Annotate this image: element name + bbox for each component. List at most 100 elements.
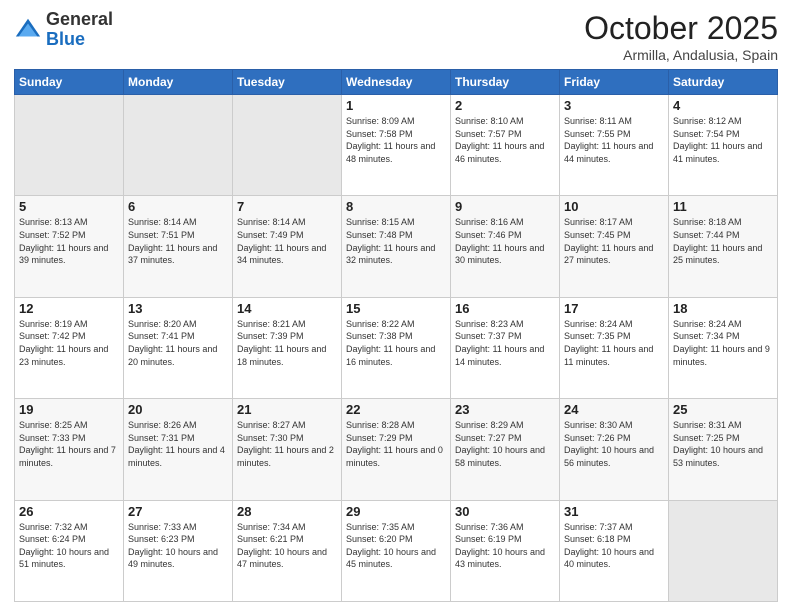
day-number: 29 xyxy=(346,504,446,519)
calendar-cell xyxy=(15,95,124,196)
day-number: 12 xyxy=(19,301,119,316)
day-number: 31 xyxy=(564,504,664,519)
header-monday: Monday xyxy=(124,70,233,95)
day-info: Sunrise: 8:29 AMSunset: 7:27 PMDaylight:… xyxy=(455,419,555,469)
calendar-cell: 18 Sunrise: 8:24 AMSunset: 7:34 PMDayligh… xyxy=(669,297,778,398)
day-number: 21 xyxy=(237,402,337,417)
week-row-1: 5 Sunrise: 8:13 AMSunset: 7:52 PMDaylight… xyxy=(15,196,778,297)
calendar-cell: 14Sunrise: 8:21 AMSunset: 7:39 PMDayligh… xyxy=(233,297,342,398)
day-number: 1 xyxy=(346,98,446,113)
day-info: Sunrise: 8:09 AMSunset: 7:58 PMDaylight:… xyxy=(346,115,446,165)
day-number: 26 xyxy=(19,504,119,519)
day-number: 9 xyxy=(455,199,555,214)
day-info: Sunrise: 8:23 AMSunset: 7:37 PMDaylight:… xyxy=(455,318,555,368)
day-number: 19 xyxy=(19,402,119,417)
calendar-cell: 23 Sunrise: 8:29 AMSunset: 7:27 PMDayligh… xyxy=(451,399,560,500)
day-info: Sunrise: 8:27 AMSunset: 7:30 PMDaylight:… xyxy=(237,419,337,469)
day-info: Sunrise: 8:16 AMSunset: 7:46 PMDaylight:… xyxy=(455,216,555,266)
day-info: Sunrise: 8:10 AMSunset: 7:57 PMDaylight:… xyxy=(455,115,555,165)
calendar-cell: 31 Sunrise: 7:37 AMSunset: 6:18 PMDayligh… xyxy=(560,500,669,601)
day-info: Sunrise: 8:11 AMSunset: 7:55 PMDaylight:… xyxy=(564,115,664,165)
day-info: Sunrise: 7:33 AMSunset: 6:23 PMDaylight:… xyxy=(128,521,228,571)
calendar-cell: 17 Sunrise: 8:24 AMSunset: 7:35 PMDayligh… xyxy=(560,297,669,398)
day-number: 6 xyxy=(128,199,228,214)
week-row-2: 12Sunrise: 8:19 AMSunset: 7:42 PMDayligh… xyxy=(15,297,778,398)
calendar-cell: 30Sunrise: 7:36 AMSunset: 6:19 PMDayligh… xyxy=(451,500,560,601)
day-info: Sunrise: 7:32 AMSunset: 6:24 PMDaylight:… xyxy=(19,521,119,571)
header-sunday: Sunday xyxy=(15,70,124,95)
logo-text: General Blue xyxy=(46,10,113,50)
day-number: 5 xyxy=(19,199,119,214)
calendar-cell: 3 Sunrise: 8:11 AMSunset: 7:55 PMDaylight… xyxy=(560,95,669,196)
calendar-cell: 11 Sunrise: 8:18 AMSunset: 7:44 PMDayligh… xyxy=(669,196,778,297)
day-number: 17 xyxy=(564,301,664,316)
calendar-cell: 4 Sunrise: 8:12 AMSunset: 7:54 PMDaylight… xyxy=(669,95,778,196)
header-tuesday: Tuesday xyxy=(233,70,342,95)
calendar-header-row: Sunday Monday Tuesday Wednesday Thursday… xyxy=(15,70,778,95)
day-number: 15 xyxy=(346,301,446,316)
day-number: 11 xyxy=(673,199,773,214)
day-number: 16 xyxy=(455,301,555,316)
day-number: 20 xyxy=(128,402,228,417)
calendar-cell: 2Sunrise: 8:10 AMSunset: 7:57 PMDaylight… xyxy=(451,95,560,196)
calendar-cell: 16 Sunrise: 8:23 AMSunset: 7:37 PMDayligh… xyxy=(451,297,560,398)
calendar-cell: 15 Sunrise: 8:22 AMSunset: 7:38 PMDayligh… xyxy=(342,297,451,398)
day-info: Sunrise: 8:17 AMSunset: 7:45 PMDaylight:… xyxy=(564,216,664,266)
calendar-cell: 19 Sunrise: 8:25 AMSunset: 7:33 PMDayligh… xyxy=(15,399,124,500)
calendar-cell: 8Sunrise: 8:15 AMSunset: 7:48 PMDaylight… xyxy=(342,196,451,297)
day-info: Sunrise: 8:24 AMSunset: 7:34 PMDaylight:… xyxy=(673,318,773,368)
day-info: Sunrise: 8:12 AMSunset: 7:54 PMDaylight:… xyxy=(673,115,773,165)
calendar-cell xyxy=(233,95,342,196)
day-info: Sunrise: 8:20 AMSunset: 7:41 PMDaylight:… xyxy=(128,318,228,368)
calendar-cell: 13 Sunrise: 8:20 AMSunset: 7:41 PMDayligh… xyxy=(124,297,233,398)
day-info: Sunrise: 8:21 AMSunset: 7:39 PMDaylight:… xyxy=(237,318,337,368)
day-number: 7 xyxy=(237,199,337,214)
calendar-cell: 1 Sunrise: 8:09 AMSunset: 7:58 PMDaylight… xyxy=(342,95,451,196)
title-block: October 2025 Armilla, Andalusia, Spain xyxy=(584,10,778,63)
day-number: 27 xyxy=(128,504,228,519)
day-number: 3 xyxy=(564,98,664,113)
page: General Blue October 2025 Armilla, Andal… xyxy=(0,0,792,612)
day-info: Sunrise: 7:37 AMSunset: 6:18 PMDaylight:… xyxy=(564,521,664,571)
week-row-0: 1 Sunrise: 8:09 AMSunset: 7:58 PMDaylight… xyxy=(15,95,778,196)
day-info: Sunrise: 8:18 AMSunset: 7:44 PMDaylight:… xyxy=(673,216,773,266)
header-thursday: Thursday xyxy=(451,70,560,95)
day-number: 23 xyxy=(455,402,555,417)
day-info: Sunrise: 8:25 AMSunset: 7:33 PMDaylight:… xyxy=(19,419,119,469)
month-title: October 2025 xyxy=(584,10,778,47)
calendar-cell: 5 Sunrise: 8:13 AMSunset: 7:52 PMDaylight… xyxy=(15,196,124,297)
calendar-cell: 21 Sunrise: 8:27 AMSunset: 7:30 PMDayligh… xyxy=(233,399,342,500)
day-number: 30 xyxy=(455,504,555,519)
day-info: Sunrise: 8:15 AMSunset: 7:48 PMDaylight:… xyxy=(346,216,446,266)
day-info: Sunrise: 8:24 AMSunset: 7:35 PMDaylight:… xyxy=(564,318,664,368)
day-number: 10 xyxy=(564,199,664,214)
calendar-table: Sunday Monday Tuesday Wednesday Thursday… xyxy=(14,69,778,602)
calendar-cell: 25Sunrise: 8:31 AMSunset: 7:25 PMDayligh… xyxy=(669,399,778,500)
header-friday: Friday xyxy=(560,70,669,95)
day-info: Sunrise: 7:35 AMSunset: 6:20 PMDaylight:… xyxy=(346,521,446,571)
calendar-cell: 10 Sunrise: 8:17 AMSunset: 7:45 PMDayligh… xyxy=(560,196,669,297)
logo-blue: Blue xyxy=(46,29,85,49)
day-number: 24 xyxy=(564,402,664,417)
day-info: Sunrise: 8:22 AMSunset: 7:38 PMDaylight:… xyxy=(346,318,446,368)
logo: General Blue xyxy=(14,10,113,50)
header-wednesday: Wednesday xyxy=(342,70,451,95)
day-info: Sunrise: 8:31 AMSunset: 7:25 PMDaylight:… xyxy=(673,419,773,469)
logo-icon xyxy=(14,16,42,44)
day-number: 13 xyxy=(128,301,228,316)
day-info: Sunrise: 8:13 AMSunset: 7:52 PMDaylight:… xyxy=(19,216,119,266)
calendar-cell: 12Sunrise: 8:19 AMSunset: 7:42 PMDayligh… xyxy=(15,297,124,398)
day-info: Sunrise: 8:30 AMSunset: 7:26 PMDaylight:… xyxy=(564,419,664,469)
day-info: Sunrise: 8:28 AMSunset: 7:29 PMDaylight:… xyxy=(346,419,446,469)
calendar-cell: 28Sunrise: 7:34 AMSunset: 6:21 PMDayligh… xyxy=(233,500,342,601)
day-number: 22 xyxy=(346,402,446,417)
calendar-cell: 26 Sunrise: 7:32 AMSunset: 6:24 PMDayligh… xyxy=(15,500,124,601)
calendar-cell: 6 Sunrise: 8:14 AMSunset: 7:51 PMDaylight… xyxy=(124,196,233,297)
header: General Blue October 2025 Armilla, Andal… xyxy=(14,10,778,63)
day-number: 4 xyxy=(673,98,773,113)
day-number: 18 xyxy=(673,301,773,316)
location: Armilla, Andalusia, Spain xyxy=(584,47,778,63)
day-info: Sunrise: 8:14 AMSunset: 7:51 PMDaylight:… xyxy=(128,216,228,266)
calendar-cell: 24 Sunrise: 8:30 AMSunset: 7:26 PMDayligh… xyxy=(560,399,669,500)
calendar-cell: 29 Sunrise: 7:35 AMSunset: 6:20 PMDayligh… xyxy=(342,500,451,601)
